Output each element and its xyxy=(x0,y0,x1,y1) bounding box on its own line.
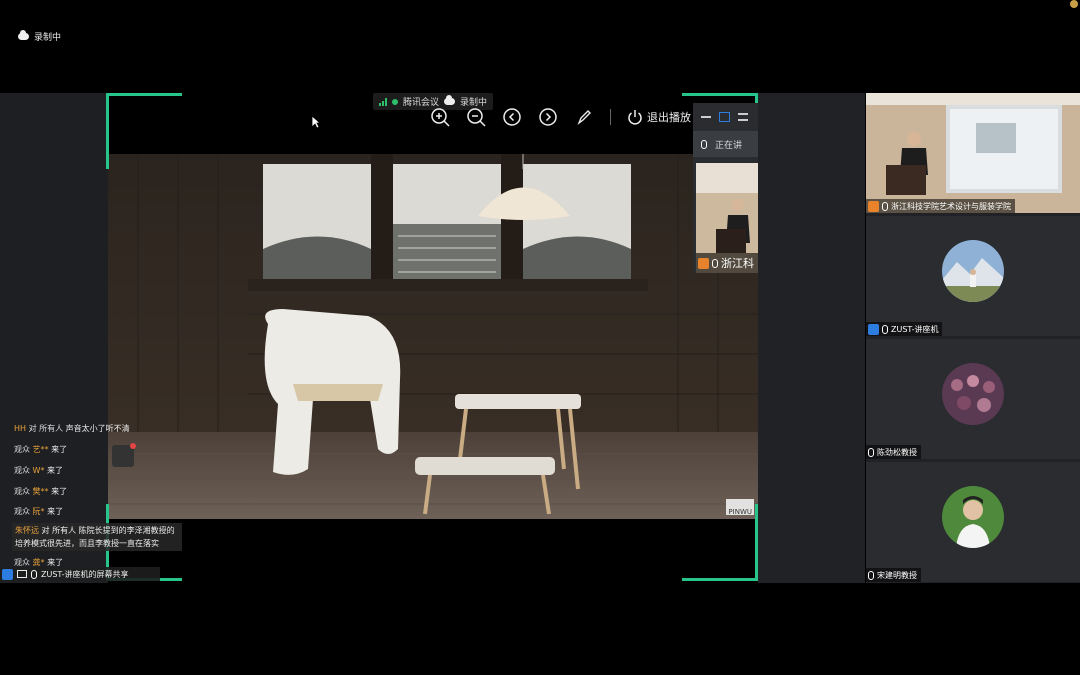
speaker-video[interactable]: 浙江科 xyxy=(696,163,758,273)
participant-tile[interactable]: 陈劲松教授 xyxy=(866,339,1080,459)
floating-speaker-panel: 正在讲 浙江科 xyxy=(693,103,758,273)
chat-message-long: 朱怀远 对 所有人 陈院长提到的李泽湘教授的培养模式很先进，而且李教授一直在落实 xyxy=(12,523,182,551)
chevron-left-icon[interactable] xyxy=(502,107,522,127)
chat-text: 来了 xyxy=(47,466,64,475)
mic-icon xyxy=(701,139,707,149)
mic-icon xyxy=(868,570,874,580)
chat-target: 对 所有人 xyxy=(41,526,77,535)
participant-tile[interactable]: 浙江科技学院艺术设计与服装学院 xyxy=(866,93,1080,213)
participant-tile[interactable]: 宋建明教授 xyxy=(866,462,1080,582)
participant-tile[interactable]: ZUST-讲座机 xyxy=(866,216,1080,336)
chat-user: W* xyxy=(32,466,45,475)
participant-name-tag: 陈劲松教授 xyxy=(866,445,921,459)
chat-message: 观众 艺** 来了 xyxy=(14,444,67,455)
window-icon[interactable] xyxy=(719,112,730,122)
shared-screen-content: PINWU xyxy=(108,154,758,519)
participant-name-tag: 宋建明教授 xyxy=(866,568,921,582)
chat-message: 观众 W* 来了 xyxy=(14,465,63,476)
participant-name: ZUST-讲座机 xyxy=(891,324,939,334)
chat-text: 来了 xyxy=(51,487,68,496)
mic-icon xyxy=(31,569,37,579)
screen-share-icon xyxy=(17,570,27,578)
chat-user: 艺** xyxy=(32,445,49,454)
window-dot[interactable] xyxy=(1070,0,1078,8)
mic-icon xyxy=(882,201,888,211)
status-dot-icon xyxy=(392,98,398,105)
chat-prefix: 观众 xyxy=(14,507,30,516)
panel-controls xyxy=(693,103,758,131)
exit-playback-label: 退出播放 xyxy=(647,111,691,124)
share-label: ZUST-讲座机的屏幕共享 xyxy=(41,569,129,579)
pen-icon[interactable] xyxy=(574,107,594,127)
chevron-right-icon[interactable] xyxy=(538,107,558,127)
chat-text: 来了 xyxy=(47,558,64,567)
viewer-toolbar: 退出播放 xyxy=(430,104,691,130)
avatar xyxy=(942,486,1004,548)
mic-icon xyxy=(868,447,874,457)
mic-icon xyxy=(882,324,888,334)
chat-message: 观众 阮* 来了 xyxy=(14,506,63,517)
chat-user: 龚* xyxy=(32,558,45,567)
chat-text: 陈院长提到的李泽湘教授的培养模式很先进，而且李教授一直在落实 xyxy=(15,526,175,548)
minimize-icon[interactable] xyxy=(701,116,711,118)
chat-user: 朱怀远 xyxy=(15,526,39,535)
participant-name-tag: 浙江科技学院艺术设计与服装学院 xyxy=(866,199,1015,213)
chat-user: 樊** xyxy=(32,487,49,496)
speaking-label: 正在讲 xyxy=(715,140,743,151)
avatar xyxy=(942,240,1004,302)
speaker-name: 浙江科 xyxy=(721,257,754,270)
share-border-corner xyxy=(682,504,758,581)
participant-name: 浙江科技学院艺术设计与服装学院 xyxy=(891,201,1011,211)
chat-text: 来了 xyxy=(51,445,68,454)
zoom-in-icon[interactable] xyxy=(430,107,450,127)
cloud-icon xyxy=(18,30,29,40)
participant-video xyxy=(866,93,1080,213)
top-recording-label: 录制中 xyxy=(34,33,62,43)
mouse-cursor-icon xyxy=(311,115,321,129)
chat-text: 声音太小了听不清 xyxy=(65,424,130,433)
zoom-out-icon[interactable] xyxy=(466,107,486,127)
chat-message: HH 对 所有人 声音太小了听不清 xyxy=(14,423,130,434)
share-border-corner xyxy=(106,93,182,169)
participant-name: 陈劲松教授 xyxy=(877,447,917,457)
chat-prefix: 观众 xyxy=(14,487,30,496)
chat-prefix: 观众 xyxy=(14,445,30,454)
chat-message: 观众 樊** 来了 xyxy=(14,486,67,497)
avatar xyxy=(942,363,1004,425)
org-icon xyxy=(698,257,709,269)
list-icon[interactable] xyxy=(738,113,748,121)
chat-user: HH xyxy=(14,424,27,433)
user-icon xyxy=(2,568,13,580)
participant-name-tag: ZUST-讲座机 xyxy=(866,322,943,336)
speaker-name-tag: 浙江科 xyxy=(696,253,758,273)
chat-prefix: 观众 xyxy=(14,466,30,475)
participant-name: 宋建明教授 xyxy=(877,570,917,580)
chair-photo xyxy=(108,154,758,519)
org-icon xyxy=(868,200,879,212)
signal-icon xyxy=(379,97,387,106)
raise-hand-icon[interactable] xyxy=(112,443,136,467)
mic-icon xyxy=(712,258,718,268)
power-icon xyxy=(628,110,642,125)
video-gallery-gap xyxy=(758,93,865,583)
user-icon xyxy=(868,323,879,335)
chat-target: 对 所有人 xyxy=(28,424,64,433)
chat-user: 阮* xyxy=(32,507,45,516)
chat-prefix: 观众 xyxy=(14,558,30,567)
chat-text: 来了 xyxy=(47,507,64,516)
top-recording-indicator: 录制中 xyxy=(18,30,61,43)
speaking-indicator: 正在讲 xyxy=(693,131,758,157)
share-status-bar: ZUST-讲座机的屏幕共享 xyxy=(0,567,160,581)
exit-playback-button[interactable]: 退出播放 xyxy=(627,109,691,125)
toolbar-divider xyxy=(610,109,611,125)
